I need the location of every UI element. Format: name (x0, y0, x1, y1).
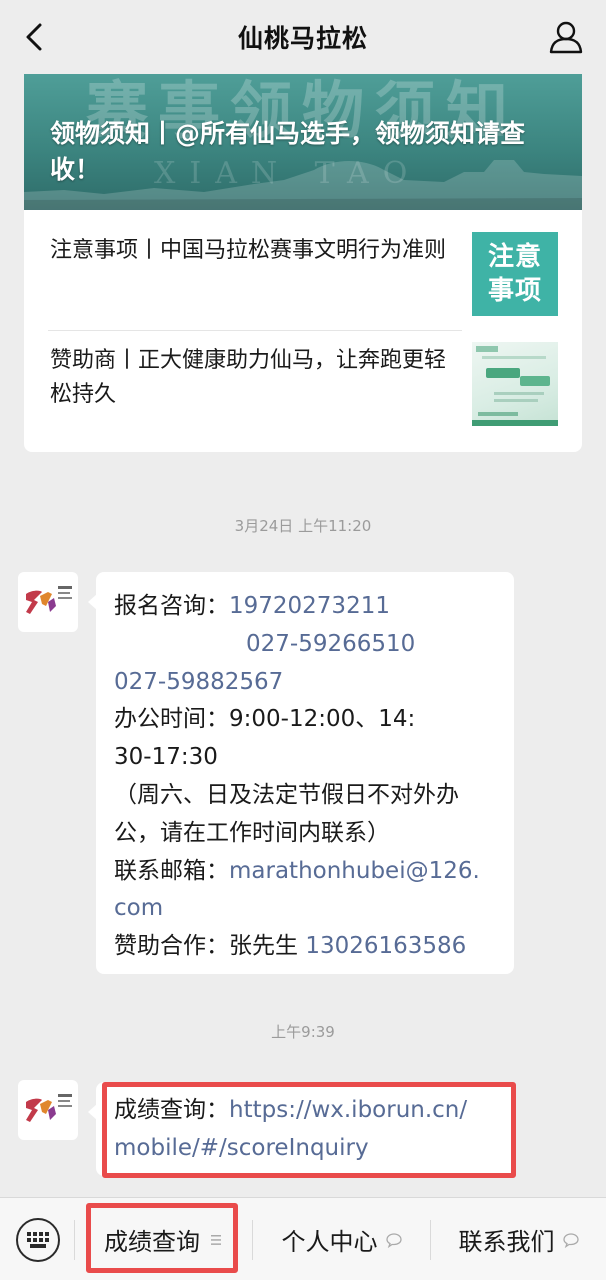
menu-item-contact[interactable]: 联系我们 (431, 1198, 606, 1280)
phone-link[interactable]: 027-59266510 (246, 631, 415, 657)
menu-item-label: 成绩查询 (104, 1228, 200, 1256)
email-link[interactable]: com (114, 895, 163, 921)
url-link[interactable]: mobile/#/scoreInquiry (114, 1135, 369, 1161)
message-line: 赞助合作：张先生 13026163586 (114, 928, 496, 966)
message-line: 30-17:30 (114, 744, 218, 771)
bottom-menu-bar: 成绩查询 个人中心 联系我们 (0, 1197, 606, 1280)
label-text: 成绩查询： (114, 1097, 229, 1123)
message-line: 联系邮箱：marathonhubei@126. (114, 853, 496, 891)
avatar[interactable] (18, 1080, 78, 1140)
marathon-logo-icon (26, 1094, 72, 1122)
navigation-bar: 仙桃马拉松 (0, 0, 606, 74)
keyboard-icon[interactable] (16, 1218, 60, 1262)
sponsor-poster-image (472, 346, 558, 426)
avatar[interactable] (18, 572, 78, 632)
email-link[interactable]: marathonhubei@126. (229, 858, 480, 884)
message-line: 027-59882567 (114, 664, 496, 702)
phone-link[interactable]: 027-59882567 (114, 669, 283, 695)
timestamp: 上午9:39 (271, 1023, 335, 1041)
page-title: 仙桃马拉松 (237, 24, 368, 53)
message-bubble: 报名咨询：19720273211 027-59266510 027-598825… (88, 572, 514, 974)
article-item-title: 注意事项丨中国马拉松赛事文明行为准则 (50, 238, 447, 263)
bubble-icon (562, 1232, 579, 1248)
article-banner[interactable]: 赛事领物须知 XIAN TAO 领物须知丨@所有仙马选手，领物须知请查收！ (24, 74, 582, 210)
message-line: mobile/#/scoreInquiry (114, 1130, 496, 1168)
label-text: 赞助合作：张先生 (114, 933, 306, 960)
message-line: （周六、日及法定节假日不对外办 (114, 781, 459, 808)
label-text: 联系邮箱： (114, 857, 229, 884)
message-bubble: 成绩查询：https://wx.iborun.cn/ mobile/#/scor… (88, 1082, 514, 1176)
message-line: 办公时间：9:00-12:00、14: (114, 706, 416, 733)
article-item-title: 赞助商丨正大健康助力仙马，让奔跑更轻松持久 (50, 348, 447, 407)
menu-item-profile[interactable]: 个人中心 (253, 1198, 430, 1280)
label-text: 报名咨询： (114, 593, 229, 619)
menu-item-label: 联系我们 (458, 1228, 555, 1256)
message-line: 报名咨询：19720273211 (114, 588, 496, 626)
menu-lines-icon (211, 1234, 221, 1245)
menu-item-score[interactable]: 成绩查询 (76, 1198, 252, 1280)
message-line: 027-59266510 (114, 626, 496, 664)
timestamp: 3月24日 上午11:20 (234, 517, 372, 535)
article-item-notice[interactable]: 注意事项丨中国马拉松赛事文明行为准则 注意事项 (24, 210, 582, 320)
divider (74, 1220, 75, 1260)
article-headline: 领物须知丨@所有仙马选手，领物须知请查收！ (50, 119, 526, 184)
message-line: com (114, 890, 496, 928)
phone-link[interactable]: 19720273211 (229, 593, 390, 619)
marathon-logo-icon (26, 586, 72, 614)
sponsor-thumbnail (472, 342, 558, 426)
bubble-icon (385, 1232, 402, 1248)
phone-link[interactable]: 13026163586 (305, 933, 466, 959)
thumbnail-text: 注意事项 (487, 242, 542, 306)
notice-thumbnail: 注意事项 (472, 232, 558, 316)
menu-item-label: 个人中心 (281, 1228, 378, 1256)
article-item-sponsor[interactable]: 赞助商丨正大健康助力仙马，让奔跑更轻松持久 (24, 320, 582, 430)
article-card: 赛事领物须知 XIAN TAO 领物须知丨@所有仙马选手，领物须知请查收！ 注意… (24, 74, 582, 452)
message-line: 成绩查询：https://wx.iborun.cn/ (114, 1092, 496, 1130)
chevron-left-icon[interactable] (18, 20, 52, 54)
user-icon[interactable] (548, 20, 584, 54)
url-link[interactable]: https://wx.iborun.cn/ (229, 1097, 467, 1123)
message-line: 公，请在工作时间内联系） (114, 819, 390, 846)
